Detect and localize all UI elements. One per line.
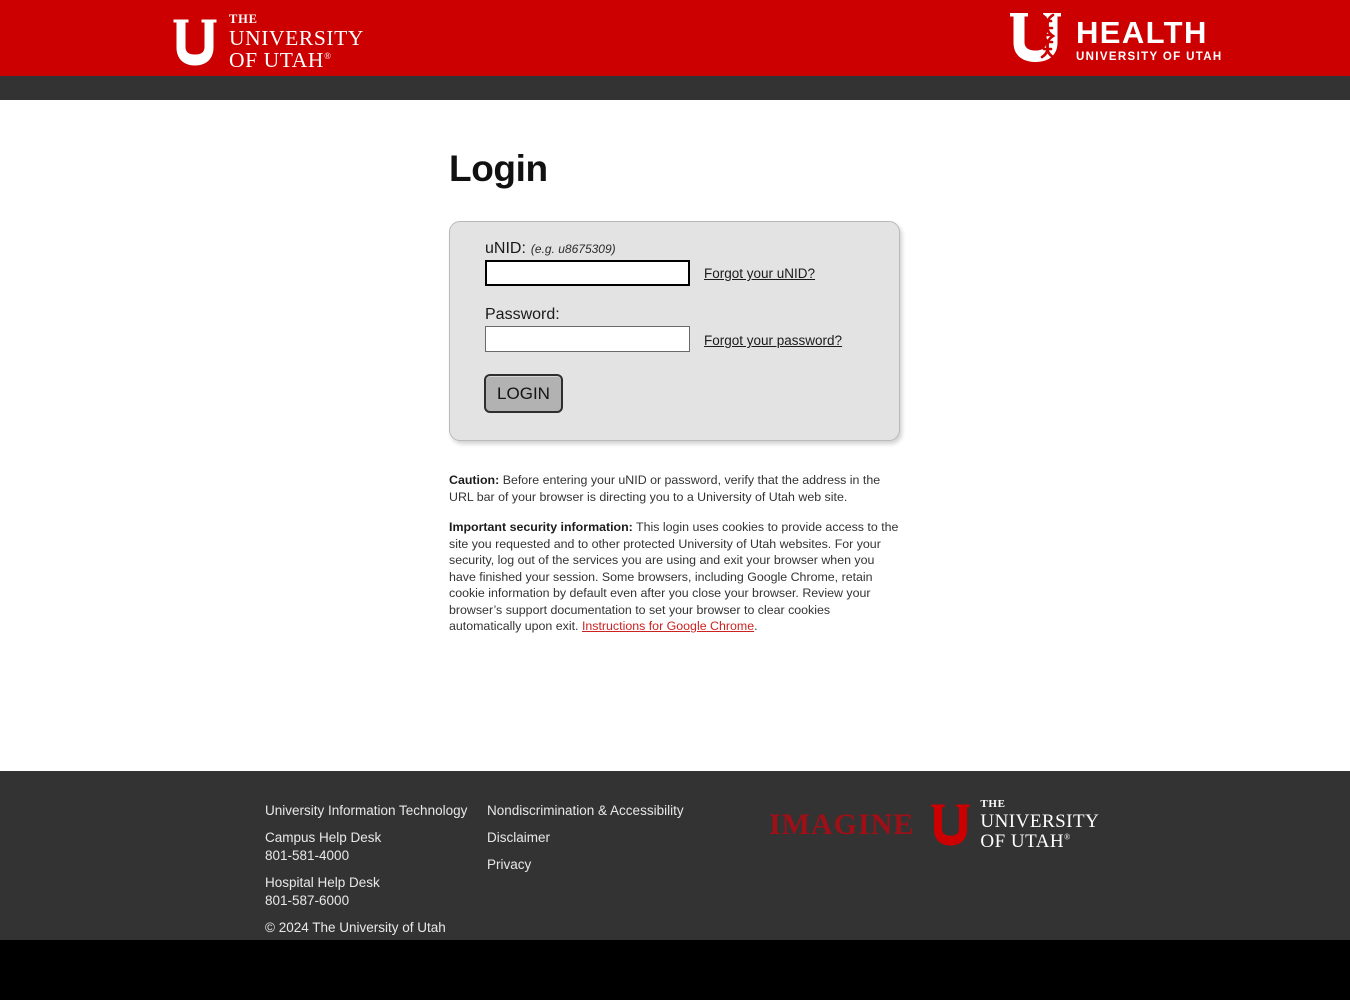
hospital-help-desk-label: Hospital Help Desk	[265, 875, 380, 890]
unid-hint-text: (e.g. u8675309)	[530, 242, 616, 256]
security-body: This login uses cookies to provide acces…	[449, 520, 899, 633]
block-u-icon	[930, 803, 971, 847]
footer-link-uit[interactable]: University Information Technology	[265, 802, 467, 820]
imagine-wordmark-text: IMAGINE	[769, 808, 915, 841]
unid-input[interactable]	[485, 260, 690, 286]
main-content: Login uNID: (e.g. u8675309) Forgot your u…	[0, 100, 1350, 771]
footer-group-copyright: © 2024 The University of Utah	[265, 919, 467, 937]
forgot-unid-link[interactable]: Forgot your uNID?	[704, 266, 815, 281]
footer-column-contact: University Information Technology Campus…	[265, 802, 467, 937]
chrome-instructions-link[interactable]: Instructions for Google Chrome	[582, 619, 754, 633]
page-footer: University Information Technology Campus…	[0, 771, 1350, 940]
hospital-help-desk-phone: 801-587-6000	[265, 893, 350, 908]
security-notice: Important security information: This log…	[449, 519, 899, 635]
campus-help-desk-label: Campus Help Desk	[265, 830, 382, 845]
footer-link-disclaimer[interactable]: Disclaimer	[487, 829, 684, 847]
header-dark-bar	[0, 76, 1350, 100]
unid-label: uNID: (e.g. u8675309)	[485, 240, 616, 258]
health-title-text: HEALTH	[1076, 15, 1208, 51]
imagine-u-logo[interactable]: IMAGINE THE UNIVERSITY OF UTAH®	[769, 798, 1100, 852]
uofu-the-text: THE	[229, 12, 258, 26]
footer-column-legal: Nondiscrimination & Accessibility Discla…	[487, 802, 684, 874]
login-button[interactable]: LOGIN	[484, 374, 563, 413]
caution-label: Caution:	[449, 473, 500, 487]
university-of-utah-logo[interactable]: THE UNIVERSITY OF UTAH®	[172, 13, 364, 72]
footer-group-hospital-help-desk: Hospital Help Desk 801-587-6000	[265, 874, 467, 910]
security-label: Important security information:	[449, 520, 633, 534]
block-u-icon	[172, 18, 218, 67]
security-body-end: .	[754, 619, 758, 633]
imagine-the-text: THE	[980, 798, 1006, 810]
health-subtitle-text: UNIVERSITY OF UTAH	[1076, 51, 1223, 64]
security-notices: Caution: Before entering your uNID or pa…	[449, 472, 899, 635]
footer-link-privacy[interactable]: Privacy	[487, 856, 684, 874]
u-health-logo[interactable]: HEALTH UNIVERSITY OF UTAH	[1008, 11, 1223, 70]
imagine-of-utah-text: OF UTAH®	[980, 831, 1071, 852]
bottom-black-area	[0, 940, 1350, 1000]
caution-notice: Caution: Before entering your uNID or pa…	[449, 472, 899, 505]
footer-group-privacy: Privacy	[487, 856, 684, 874]
footer-copyright: © 2024 The University of Utah	[265, 920, 446, 935]
uofu-of-utah-text: OF UTAH®	[229, 48, 332, 72]
password-input[interactable]	[485, 326, 690, 352]
campus-help-desk-phone: 801-581-4000	[265, 848, 350, 863]
footer-group-campus-help-desk: Campus Help Desk 801-581-4000	[265, 829, 467, 865]
login-form-panel: uNID: (e.g. u8675309) Forgot your uNID? P…	[449, 221, 900, 441]
footer-group-nondiscrimination: Nondiscrimination & Accessibility	[487, 802, 684, 820]
footer-link-nondiscrimination[interactable]: Nondiscrimination & Accessibility	[487, 802, 684, 820]
footer-group-uit: University Information Technology	[265, 802, 467, 820]
unid-label-text: uNID:	[485, 240, 526, 257]
footer-group-disclaimer: Disclaimer	[487, 829, 684, 847]
caution-body: Before entering your uNID or password, v…	[449, 473, 881, 504]
forgot-password-link[interactable]: Forgot your password?	[704, 333, 842, 348]
u-health-dna-icon	[1008, 11, 1064, 70]
uofu-university-text: UNIVERSITY	[229, 25, 364, 50]
page-title: Login	[449, 148, 548, 189]
password-label: Password:	[485, 306, 560, 323]
imagine-university-text: UNIVERSITY	[980, 811, 1100, 832]
